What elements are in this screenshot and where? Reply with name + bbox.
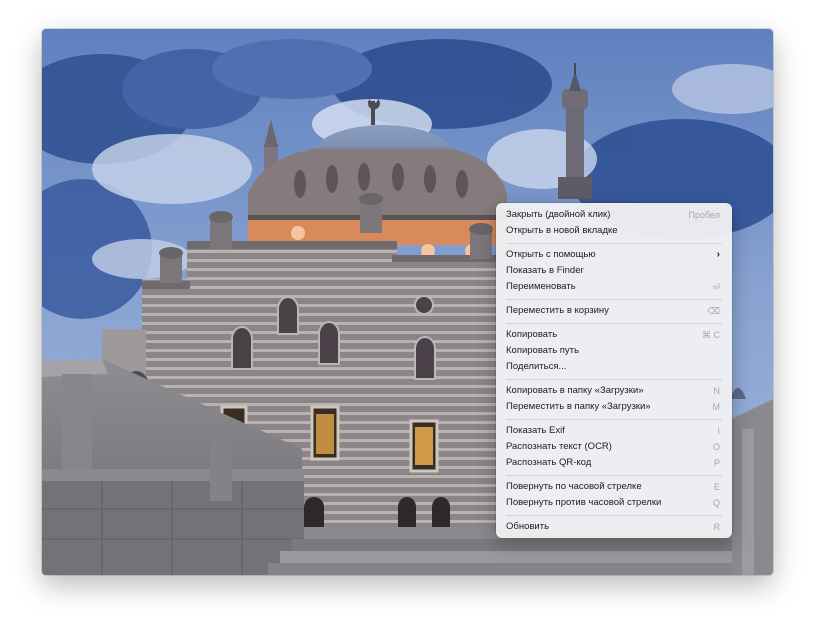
- menu-item-shortcut: ⌘ C: [702, 330, 720, 340]
- menu-item-label: Открыть в новой вкладке: [506, 225, 618, 236]
- menu-item-label: Показать Exif: [506, 425, 565, 436]
- menu-separator: [506, 322, 722, 324]
- menu-item-label: Переименовать: [506, 281, 576, 292]
- menu-item-3-1[interactable]: Копировать путь: [496, 343, 732, 359]
- menu-item-label: Закрыть (двойной клик): [506, 209, 611, 220]
- menu-item-label: Переместить в корзину: [506, 305, 609, 316]
- menu-item-7-0[interactable]: Обновить R: [496, 519, 732, 535]
- menu-item-label: Копировать в папку «Загрузки»: [506, 385, 644, 396]
- menu-item-5-2[interactable]: Распознать QR-код P: [496, 455, 732, 471]
- menu-item-1-2[interactable]: Переименовать ⏎: [496, 279, 732, 295]
- menu-item-0-0[interactable]: Закрыть (двойной клик) Пробел: [496, 207, 732, 223]
- menu-item-shortcut: ⌫: [707, 306, 720, 316]
- menu-separator: [506, 242, 722, 244]
- menu-item-label: Распознать текст (OCR): [506, 441, 612, 452]
- menu-item-4-1[interactable]: Переместить в папку «Загрузки» M: [496, 399, 732, 415]
- menu-item-shortcut: ⏎: [712, 282, 720, 292]
- menu-item-6-1[interactable]: Повернуть против часовой стрелки Q: [496, 495, 732, 511]
- menu-item-2-0[interactable]: Переместить в корзину ⌫: [496, 303, 732, 319]
- menu-item-0-1[interactable]: Открыть в новой вкладке: [496, 223, 732, 239]
- menu-item-5-0[interactable]: Показать Exif I: [496, 423, 732, 439]
- menu-item-shortcut: Пробел: [688, 210, 721, 220]
- menu-separator: [506, 514, 722, 516]
- menu-separator: [506, 418, 722, 420]
- context-menu: Закрыть (двойной клик) Пробел Открыть в но…: [496, 203, 732, 538]
- menu-item-label: Открыть с помощью: [506, 249, 596, 260]
- menu-item-1-0[interactable]: Открыть с помощью ›: [496, 247, 732, 263]
- menu-item-shortcut: E: [713, 482, 720, 492]
- menu-separator: [506, 378, 722, 380]
- menu-item-shortcut: R: [713, 522, 721, 532]
- menu-item-1-1[interactable]: Показать в Finder: [496, 263, 732, 279]
- menu-item-label: Копировать путь: [506, 345, 579, 356]
- menu-item-label: Обновить: [506, 521, 550, 532]
- menu-item-shortcut: P: [713, 458, 720, 468]
- menu-item-label: Повернуть по часовой стрелке: [506, 481, 642, 492]
- menu-item-shortcut: N: [713, 386, 721, 396]
- submenu-chevron-icon: ›: [716, 249, 720, 260]
- menu-item-shortcut: I: [717, 426, 720, 436]
- menu-item-shortcut: Q: [712, 498, 720, 508]
- menu-item-5-1[interactable]: Распознать текст (OCR) O: [496, 439, 732, 455]
- menu-item-3-0[interactable]: Копировать ⌘ C: [496, 327, 732, 343]
- menu-item-label: Показать в Finder: [506, 265, 584, 276]
- menu-item-4-0[interactable]: Копировать в папку «Загрузки» N: [496, 383, 732, 399]
- menu-item-6-0[interactable]: Повернуть по часовой стрелке E: [496, 479, 732, 495]
- menu-item-label: Копировать: [506, 329, 558, 340]
- menu-item-3-2[interactable]: Поделиться...: [496, 359, 732, 375]
- menu-item-label: Повернуть против часовой стрелки: [506, 497, 662, 508]
- menu-separator: [506, 474, 722, 476]
- menu-item-label: Переместить в папку «Загрузки»: [506, 401, 651, 412]
- menu-item-shortcut: O: [712, 442, 720, 452]
- menu-separator: [506, 298, 722, 300]
- menu-item-shortcut: M: [712, 402, 721, 412]
- menu-item-label: Распознать QR-код: [506, 457, 592, 468]
- menu-item-label: Поделиться...: [506, 361, 567, 372]
